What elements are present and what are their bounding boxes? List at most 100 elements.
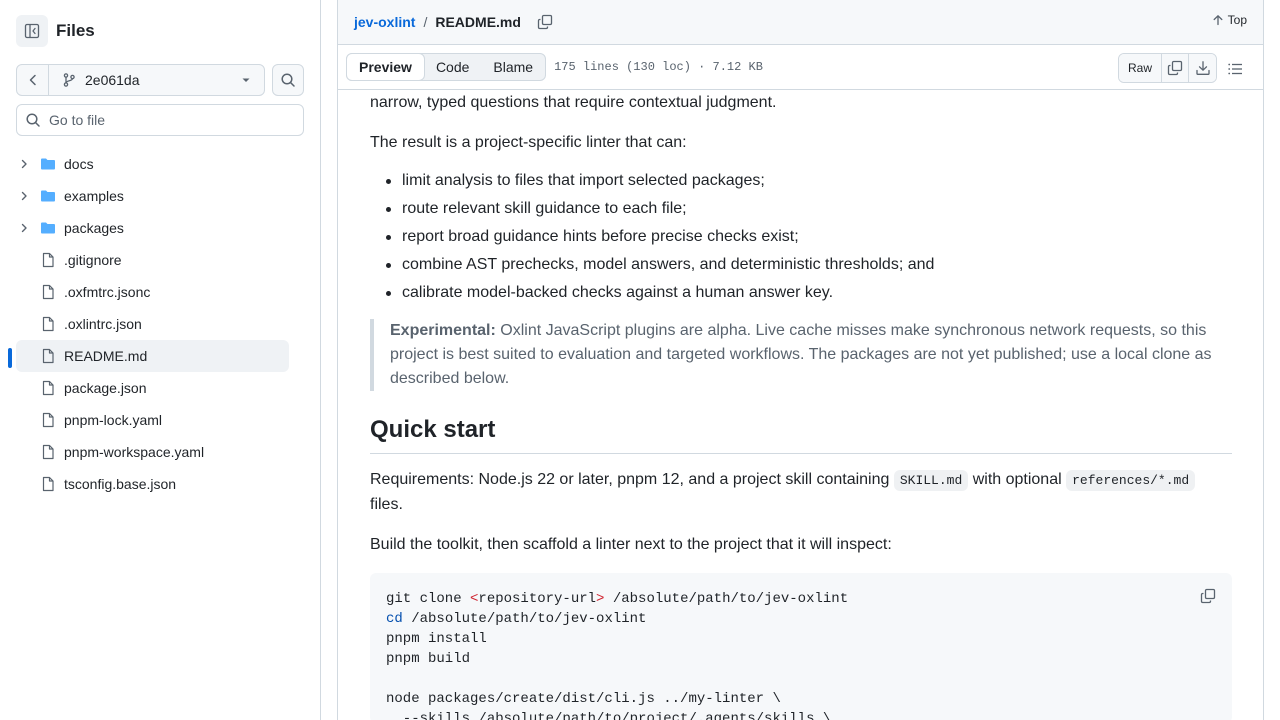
breadcrumb-bar: jev-oxlint / README.md Top	[338, 0, 1263, 45]
requirements-text: Requirements: Node.js 22 or later, pnpm …	[370, 468, 1232, 517]
tree-file-pnpm-lock[interactable]: pnpm-lock.yaml	[16, 404, 289, 436]
tree-file-readme[interactable]: README.md	[8, 340, 289, 372]
list-item: limit analysis to files that import sele…	[386, 169, 1232, 197]
code-block: git clone <repository-url> /absolute/pat…	[370, 573, 1232, 720]
copy-icon	[1167, 60, 1183, 76]
list-item: combine AST prechecks, model answers, an…	[386, 253, 1232, 281]
file-actions: Raw	[1117, 53, 1217, 83]
tree-item-label: examples	[64, 188, 124, 204]
arrow-up-icon	[1213, 15, 1223, 26]
code-content: git clone <repository-url> /absolute/pat…	[386, 591, 849, 720]
tree-item-label: .oxfmtrc.jsonc	[64, 284, 151, 300]
inline-code: references/*.md	[1066, 470, 1196, 491]
tree-folder-examples[interactable]: examples	[16, 180, 289, 212]
chevron-left-icon	[29, 74, 36, 86]
back-button[interactable]	[17, 65, 49, 95]
copy-path-button[interactable]	[533, 10, 557, 34]
chevron-right-icon	[21, 223, 27, 233]
view-mode-tabs: Preview Code Blame	[346, 53, 547, 81]
collapse-sidebar-button[interactable]	[16, 15, 48, 47]
list-item: report broad guidance hints before preci…	[386, 225, 1232, 253]
tree-item-label: tsconfig.base.json	[64, 476, 177, 492]
file-icon	[42, 252, 54, 268]
tree-file-oxlintrc[interactable]: .oxlintrc.json	[16, 308, 289, 340]
tree-file-oxfmtrc[interactable]: .oxfmtrc.jsonc	[16, 276, 289, 308]
tab-code[interactable]: Code	[424, 54, 481, 80]
intro-tail: narrow, typed questions that require con…	[370, 94, 777, 111]
tree-file-tsconfig[interactable]: tsconfig.base.json	[16, 468, 289, 500]
file-icon	[42, 476, 54, 492]
build-text: Build the toolkit, then scaffold a linte…	[370, 536, 892, 553]
chevron-right-icon	[21, 159, 27, 169]
tree-item-label: .oxlintrc.json	[64, 316, 142, 332]
search-icon	[281, 73, 295, 87]
tree-item-label: pnpm-workspace.yaml	[64, 444, 205, 460]
inline-code: SKILL.md	[893, 470, 969, 491]
tab-blame[interactable]: Blame	[481, 54, 545, 80]
tree-item-label: packages	[64, 220, 124, 236]
sidebar-header: Files	[16, 15, 95, 47]
tree-folder-docs[interactable]: docs	[16, 148, 289, 180]
download-icon	[1195, 61, 1210, 75]
branch-name: 2e061da	[85, 72, 140, 88]
go-to-file-input[interactable]	[49, 112, 289, 128]
tree-item-label: .gitignore	[64, 252, 122, 268]
result-intro: The result is a project-specific linter …	[370, 134, 687, 151]
branch-row: 2e061da	[16, 64, 304, 96]
breadcrumb-repo-link[interactable]: jev-oxlint	[354, 14, 415, 30]
tab-preview[interactable]: Preview	[346, 53, 425, 81]
file-icon	[42, 380, 54, 396]
tree-item-label: docs	[64, 156, 94, 172]
download-button[interactable]	[1189, 54, 1216, 82]
go-to-file-field[interactable]	[16, 104, 304, 136]
file-toolbar: Preview Code Blame 175 lines (130 loc) ·…	[338, 45, 1263, 90]
caret-down-icon	[242, 78, 250, 82]
copy-icon	[537, 14, 553, 30]
note-text: Oxlint JavaScript plugins are alpha. Liv…	[390, 322, 1212, 387]
copy-raw-button[interactable]	[1162, 54, 1189, 82]
capabilities-list: limit analysis to files that import sele…	[370, 169, 1232, 309]
branch-selector[interactable]: 2e061da	[49, 65, 264, 95]
tree-file-pnpm-workspace[interactable]: pnpm-workspace.yaml	[16, 436, 289, 468]
file-icon	[42, 316, 54, 332]
git-branch-icon	[63, 73, 75, 87]
breadcrumb-separator: /	[423, 14, 428, 30]
sidebar-title: Files	[56, 21, 95, 40]
breadcrumb-file: README.md	[435, 14, 521, 30]
file-tree-sidebar: Files 2e061da Go to file docs examples p…	[0, 0, 321, 720]
list-item: calibrate model-backed checks against a …	[386, 281, 1232, 309]
file-tree: docs examples packages .gitignore .oxfmt…	[8, 148, 289, 500]
search-icon	[26, 113, 40, 127]
top-label: Top	[1227, 13, 1247, 27]
back-to-top-link[interactable]: Top	[1212, 13, 1247, 27]
file-view: jev-oxlint / README.md Top Preview Code …	[337, 0, 1264, 720]
tree-item-label: package.json	[64, 380, 147, 396]
list-item: route relevant skill guidance to each fi…	[386, 197, 1232, 225]
file-icon	[42, 444, 54, 460]
tree-item-label: README.md	[64, 348, 148, 364]
tree-file-package-json[interactable]: package.json	[16, 372, 289, 404]
sidebar-collapse-icon	[24, 23, 40, 39]
copy-code-button[interactable]	[1198, 586, 1218, 606]
file-info: 175 lines (130 loc) · 7.12 KB	[554, 60, 763, 74]
note-label: Experimental:	[390, 322, 496, 339]
list-outline-icon	[1228, 63, 1242, 75]
tree-item-label: pnpm-lock.yaml	[64, 412, 163, 428]
file-icon	[42, 412, 54, 428]
file-icon	[42, 284, 54, 300]
folder-icon	[41, 158, 55, 170]
folder-icon	[41, 190, 55, 202]
tree-folder-packages[interactable]: packages	[16, 212, 289, 244]
tree-file-gitignore[interactable]: .gitignore	[16, 244, 289, 276]
experimental-note: Experimental: Oxlint JavaScript plugins …	[370, 319, 1232, 391]
copy-icon	[1200, 588, 1216, 604]
raw-button[interactable]: Raw	[1118, 54, 1162, 82]
quick-start-heading: Quick start	[370, 415, 1232, 454]
selected-indicator	[8, 348, 12, 368]
file-icon	[42, 348, 54, 364]
search-files-button[interactable]	[272, 64, 304, 96]
readme-content: narrow, typed questions that require con…	[370, 91, 1232, 720]
outline-button[interactable]	[1223, 59, 1247, 79]
chevron-right-icon	[21, 191, 27, 201]
branch-selector-group: 2e061da	[16, 64, 265, 96]
